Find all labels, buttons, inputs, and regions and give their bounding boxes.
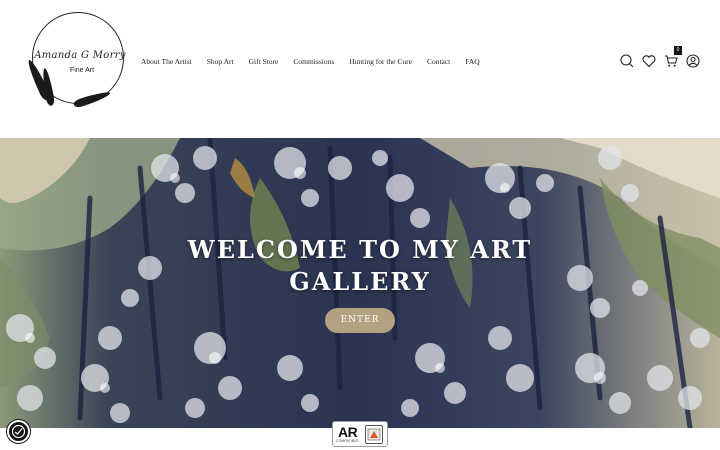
ar-frame-icon (365, 425, 383, 444)
ar-sublabel: COMPATIBLE (336, 439, 359, 443)
nav-faq[interactable]: FAQ (465, 57, 479, 66)
enter-button[interactable]: ENTER (325, 308, 395, 333)
logo-subtitle: Fine Art (69, 67, 95, 74)
nav-hunting-for-the-cure[interactable]: Hunting for the Cure (349, 57, 412, 66)
hero-banner: WELCOME TO MY ART GALLERY ENTER (0, 138, 720, 428)
header-icons: 0 (620, 46, 700, 68)
cart-icon[interactable]: 0 (664, 46, 682, 68)
ar-compatible-badge[interactable]: AR COMPATIBLE (332, 421, 388, 447)
main-nav: About The Artist Shop Art Gift Store Com… (141, 57, 495, 66)
nav-about[interactable]: About The Artist (141, 57, 192, 66)
logo-name: Amanda G Morry (34, 50, 126, 61)
nav-shop-art[interactable]: Shop Art (207, 57, 234, 66)
nav-commissions[interactable]: Commissions (293, 57, 334, 66)
cart-count-badge: 0 (674, 46, 682, 55)
nav-contact[interactable]: Contact (427, 57, 450, 66)
user-icon[interactable] (686, 54, 700, 68)
site-header: Amanda G Morry Fine Art About The Artist… (0, 0, 720, 138)
heart-icon[interactable] (642, 54, 656, 68)
accessibility-button[interactable] (7, 420, 30, 443)
hero-title: WELCOME TO MY ART GALLERY (187, 235, 533, 296)
ar-label: AR (338, 424, 358, 440)
search-icon[interactable] (620, 54, 634, 68)
nav-gift-store[interactable]: Gift Store (249, 57, 279, 66)
site-logo[interactable]: Amanda G Morry Fine Art (25, 10, 128, 110)
accessibility-icon (11, 424, 26, 439)
